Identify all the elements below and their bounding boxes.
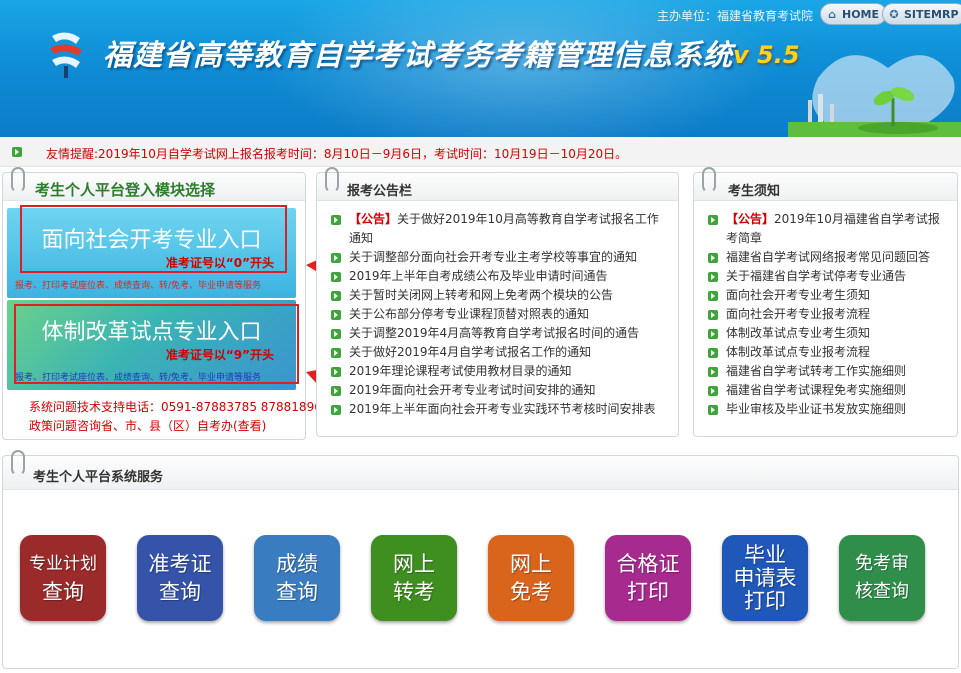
bullet-icon: [331, 348, 341, 358]
bullet-icon: [708, 253, 718, 263]
notes-item[interactable]: 体制改革试点专业报考流程: [706, 343, 949, 362]
notes-item[interactable]: 毕业审核及毕业证书发放实施细则: [706, 400, 949, 419]
bullet-icon: [708, 215, 718, 225]
services-panel-title: 考生个人平台系统服务: [33, 470, 164, 485]
notes-item[interactable]: 面向社会开考专业考生须知: [706, 286, 949, 305]
site-title: 福建省高等教育自学考试考务考籍管理信息系统: [103, 38, 734, 72]
sitemap-button[interactable]: ✪ SITEMRP: [882, 3, 961, 25]
bullet-icon: [331, 405, 341, 415]
paperclip-icon: [325, 167, 339, 193]
social-entry-services: 报考、打印考试座位表、成绩查询、转/免考、毕业申请等服务: [15, 281, 262, 291]
services-panel-header: 考生个人平台系统服务: [3, 450, 958, 490]
login-panel-title: 考生个人平台登入模块选择: [35, 181, 216, 199]
bullet-icon: [708, 405, 718, 415]
certificate-print-button[interactable]: 合格证 打印: [605, 535, 691, 621]
paperclip-icon: [11, 450, 25, 476]
major-plan-query-button[interactable]: 专业计划 查询: [20, 535, 106, 621]
highlight-box-reform: [14, 304, 299, 384]
admission-ticket-query-button[interactable]: 准考证 查询: [137, 535, 223, 621]
header-decoration: [788, 55, 961, 137]
announce-item[interactable]: 关于做好2019年4月自学考试报名工作的通知: [329, 343, 670, 362]
announce-item[interactable]: 关于暂时关闭网上转考和网上免考两个模块的公告: [329, 286, 670, 305]
bullet-icon: [708, 310, 718, 320]
notes-item[interactable]: 福建省自学考试转考工作实施细则: [706, 362, 949, 381]
online-transfer-button[interactable]: 网上 转考: [371, 535, 457, 621]
notes-item[interactable]: 福建省自学考试网络报考常见问题回答: [706, 248, 949, 267]
bullet-icon: [331, 291, 341, 301]
policy-link[interactable]: 政策问题咨询省、市、县（区）自考办(查看): [29, 417, 266, 434]
announce-item[interactable]: 【公告】关于做好2019年10月高等教育自学考试报名工作通知: [329, 210, 670, 248]
announce-item[interactable]: 关于公布部分停考专业课程顶替对照表的通知: [329, 305, 670, 324]
score-query-button[interactable]: 成绩 查询: [254, 535, 340, 621]
bullet-icon: [708, 367, 718, 377]
announce-item[interactable]: 关于调整部分面向社会开考专业主考学校等事宜的通知: [329, 248, 670, 267]
bullet-icon: [708, 348, 718, 358]
paperclip-icon: [702, 167, 716, 193]
sitemap-label: SITEMRP: [904, 7, 959, 21]
notes-item[interactable]: 福建省自学考试课程免考实施细则: [706, 381, 949, 400]
notes-list: 【公告】2019年10月福建省自学考试报考简章 福建省自学考试网络报考常见问题回…: [706, 210, 949, 419]
notice-bar: 友情提醒:2019年10月自学考试网上报名报考时间：8月10日－9月6日，考试时…: [0, 137, 961, 167]
home-label: HOME: [842, 7, 880, 21]
notes-panel: 考生须知 【公告】2019年10月福建省自学考试报考简章 福建省自学考试网络报考…: [693, 167, 958, 437]
notes-item[interactable]: 面向社会开考专业报考流程: [706, 305, 949, 324]
logo-icon: [50, 32, 82, 78]
bullet-icon: [708, 291, 718, 301]
bullet-icon: [331, 310, 341, 320]
announce-item[interactable]: 2019年理论课程考试使用教材目录的通知: [329, 362, 670, 381]
bullet-icon: [708, 329, 718, 339]
site-header: 主办单位：福建省教育考试院 ⌂ HOME ✪ SITEMRP 福建省高等教育自学…: [0, 0, 961, 137]
bullet-icon: [331, 329, 341, 339]
bullet-icon: [331, 367, 341, 377]
bullet-icon: [331, 272, 341, 282]
announce-panel: 报考公告栏 【公告】关于做好2019年10月高等教育自学考试报名工作通知 关于调…: [316, 167, 679, 437]
paperclip-icon: [11, 167, 25, 193]
home-button[interactable]: ⌂ HOME: [820, 3, 888, 25]
announce-item[interactable]: 2019年上半年自考成绩公布及毕业申请时间通告: [329, 267, 670, 286]
bullet-icon: [708, 272, 718, 282]
notes-panel-header: 考生须知: [694, 167, 957, 201]
sitemap-icon: ✪: [889, 7, 899, 21]
sponsor-text: 主办单位：福建省教育考试院: [657, 9, 814, 23]
bullet-icon: [12, 147, 22, 157]
notes-item[interactable]: 【公告】2019年10月福建省自学考试报考简章: [706, 210, 949, 248]
announce-item[interactable]: 2019年面向社会开考专业考试时间安排的通知: [329, 381, 670, 400]
notes-panel-title: 考生须知: [728, 184, 781, 199]
announce-panel-header: 报考公告栏: [317, 167, 678, 201]
bullet-icon: [331, 215, 341, 225]
announce-item[interactable]: 2019年上半年面向社会开考专业实践环节考核时间安排表: [329, 400, 670, 419]
login-panel-header: 考生个人平台登入模块选择: [3, 167, 305, 201]
announce-panel-title: 报考公告栏: [347, 184, 413, 199]
bullet-icon: [331, 386, 341, 396]
online-exemption-button[interactable]: 网上 免考: [488, 535, 574, 621]
bullet-icon: [331, 253, 341, 263]
support-phone: 系统问题技术支持电话：0591-87883785 87881896: [29, 400, 322, 414]
graduation-form-print-button[interactable]: 毕业 申请表 打印: [722, 535, 808, 621]
notes-item[interactable]: 体制改革试点专业考生须知: [706, 324, 949, 343]
announce-list: 【公告】关于做好2019年10月高等教育自学考试报名工作通知 关于调整部分面向社…: [329, 210, 670, 419]
notice-text[interactable]: 友情提醒:2019年10月自学考试网上报名报考时间：8月10日－9月6日，考试时…: [46, 145, 627, 162]
announce-item[interactable]: 关于调整2019年4月高等教育自学考试报名时间的通告: [329, 324, 670, 343]
notes-item[interactable]: 关于福建省自学考试停考专业通告: [706, 267, 949, 286]
highlight-box-social: [20, 205, 287, 273]
exemption-review-query-button[interactable]: 免考审 核查询: [839, 535, 925, 621]
home-icon: ⌂: [828, 7, 836, 21]
bullet-icon: [708, 386, 718, 396]
